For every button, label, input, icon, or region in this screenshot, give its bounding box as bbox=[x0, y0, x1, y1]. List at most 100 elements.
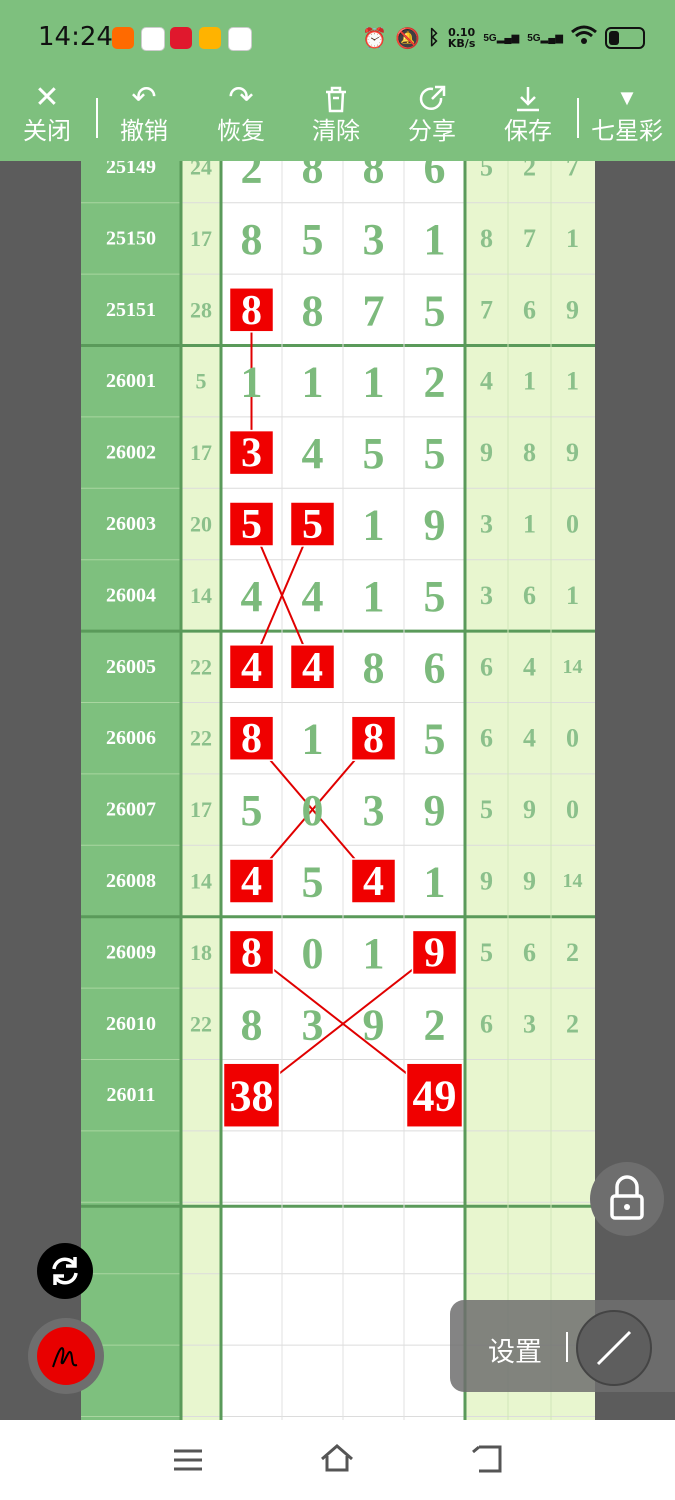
digit: 2 bbox=[424, 358, 446, 407]
save-button[interactable]: 保存 bbox=[492, 76, 564, 161]
digit: 5 bbox=[302, 858, 324, 907]
redo-button[interactable]: ↷ 恢复 bbox=[205, 76, 277, 161]
clear-button[interactable]: 清除 bbox=[300, 76, 372, 161]
digit: 1 bbox=[424, 215, 446, 264]
tail-value: 5 bbox=[480, 795, 493, 824]
digit: 1 bbox=[363, 929, 385, 978]
issue-number: 26007 bbox=[106, 799, 156, 821]
digit: 1 bbox=[302, 358, 324, 407]
sum-value: 17 bbox=[190, 226, 212, 251]
tail-value: 1 bbox=[566, 224, 579, 253]
back-icon bbox=[472, 1445, 502, 1473]
issue-number: 25151 bbox=[106, 299, 156, 321]
system-nav-bar bbox=[0, 1420, 675, 1500]
issue-number: 26005 bbox=[106, 656, 156, 678]
tail-value: 0 bbox=[566, 795, 579, 824]
refresh-icon bbox=[52, 1257, 78, 1285]
tail-columns-bg bbox=[465, 161, 595, 1420]
issue-number: 26011 bbox=[107, 1084, 156, 1106]
highlighted-digit: 4 bbox=[302, 645, 323, 691]
tail-value: 2 bbox=[566, 938, 579, 967]
sum-value: 14 bbox=[190, 583, 212, 608]
tail-value: 6 bbox=[523, 295, 536, 324]
undo-button[interactable]: ↶ 撤销 bbox=[108, 76, 180, 161]
toolbar: ✕ 关闭 ↶ 撤销 ↷ 恢复 清除 分享 保存 ▼ 七星彩 bbox=[0, 76, 675, 161]
tail-value: 14 bbox=[563, 656, 583, 678]
bluetooth-icon: ᛒ bbox=[427, 26, 440, 49]
app-icon-4 bbox=[199, 27, 221, 49]
refresh-button[interactable] bbox=[37, 1243, 93, 1299]
digit: 7 bbox=[363, 286, 385, 335]
trash-icon bbox=[300, 76, 372, 116]
undo-icon: ↶ bbox=[131, 81, 157, 114]
back-nav-button[interactable] bbox=[467, 1438, 507, 1478]
highlighted-digit: 4 bbox=[363, 859, 384, 905]
signal-icon-1: 5G▂▄▆ bbox=[483, 32, 520, 44]
mute-icon: 🔕 bbox=[394, 27, 420, 50]
pen-icon bbox=[52, 1347, 78, 1368]
tail-value: 6 bbox=[523, 581, 536, 610]
sum-value: 22 bbox=[190, 654, 212, 679]
sum-column-bg bbox=[181, 161, 221, 1420]
digit: 9 bbox=[363, 1000, 385, 1049]
sum-value: 22 bbox=[190, 1011, 212, 1036]
status-bar: 14:24 ⏰ 🔕 ᛒ 0.10 KB/s 5G▂▄▆ 5G▂▄▆ bbox=[0, 0, 675, 76]
digit: 8 bbox=[363, 643, 385, 692]
issue-number: 25149 bbox=[106, 161, 156, 178]
issue-number: 26006 bbox=[106, 727, 156, 749]
digit: 1 bbox=[363, 358, 385, 407]
highlighted-digit: 8 bbox=[241, 716, 262, 762]
trend-chart[interactable]: 25149 24 2 8 8 6 5 2 7 25150 17 8 5 3 1 8 7 1 25151 28 8 8 7 5 7… bbox=[81, 161, 595, 1420]
tail-value: 3 bbox=[480, 581, 493, 610]
digit: 5 bbox=[424, 572, 446, 621]
toolbar-divider bbox=[96, 98, 98, 138]
highlighted-digit: 8 bbox=[363, 716, 384, 762]
alarm-icon: ⏰ bbox=[362, 27, 387, 50]
share-button[interactable]: 分享 bbox=[396, 76, 468, 161]
settings-divider bbox=[566, 1332, 568, 1362]
issue-number: 26003 bbox=[106, 513, 156, 535]
sum-value: 28 bbox=[190, 297, 212, 322]
lottery-selector[interactable]: ▼ 七星彩 bbox=[586, 76, 668, 161]
settings-button[interactable]: 设置 bbox=[488, 1330, 542, 1369]
pen-button[interactable] bbox=[28, 1318, 104, 1394]
digit: 9 bbox=[424, 786, 446, 835]
tail-value: 3 bbox=[523, 1009, 536, 1038]
status-icons: ⏰ 🔕 ᛒ 0.10 KB/s 5G▂▄▆ 5G▂▄▆ bbox=[362, 22, 645, 54]
digit: 6 bbox=[424, 643, 446, 692]
issue-column-bg bbox=[81, 161, 181, 1420]
tail-value: 6 bbox=[480, 652, 493, 681]
redo-icon: ↷ bbox=[228, 81, 254, 114]
digit: 1 bbox=[363, 501, 385, 550]
issue-number: 25150 bbox=[106, 227, 156, 249]
highlighted-digit: 5 bbox=[302, 502, 323, 548]
share-icon bbox=[396, 76, 468, 116]
digit: 0 bbox=[302, 929, 324, 978]
tail-value: 7 bbox=[480, 295, 493, 324]
tail-value: 14 bbox=[563, 870, 583, 892]
issue-number: 26002 bbox=[106, 442, 156, 464]
lock-icon bbox=[610, 1175, 644, 1220]
digit: 8 bbox=[302, 286, 324, 335]
menu-nav-button[interactable] bbox=[168, 1438, 208, 1478]
digit: 1 bbox=[241, 358, 263, 407]
home-nav-button[interactable] bbox=[317, 1438, 357, 1478]
tail-value: 9 bbox=[566, 438, 579, 467]
tail-value: 4 bbox=[480, 367, 493, 396]
close-button[interactable]: ✕ 关闭 bbox=[12, 76, 82, 161]
sum-value: 17 bbox=[190, 440, 212, 465]
app-icon-1 bbox=[112, 27, 134, 49]
issue-number: 26008 bbox=[106, 870, 156, 892]
digit: 4 bbox=[302, 572, 324, 621]
sum-value: 5 bbox=[196, 369, 207, 394]
digit: 3 bbox=[363, 786, 385, 835]
digit: 5 bbox=[302, 215, 324, 264]
app-icon-2 bbox=[141, 27, 165, 51]
digit: 1 bbox=[424, 858, 446, 907]
tail-value: 1 bbox=[523, 510, 536, 539]
digit: 9 bbox=[424, 501, 446, 550]
line-tool-button[interactable] bbox=[576, 1310, 652, 1386]
digit: 8 bbox=[363, 161, 385, 193]
lock-button[interactable] bbox=[590, 1162, 664, 1236]
highlighted-digit: 4 bbox=[241, 859, 262, 905]
